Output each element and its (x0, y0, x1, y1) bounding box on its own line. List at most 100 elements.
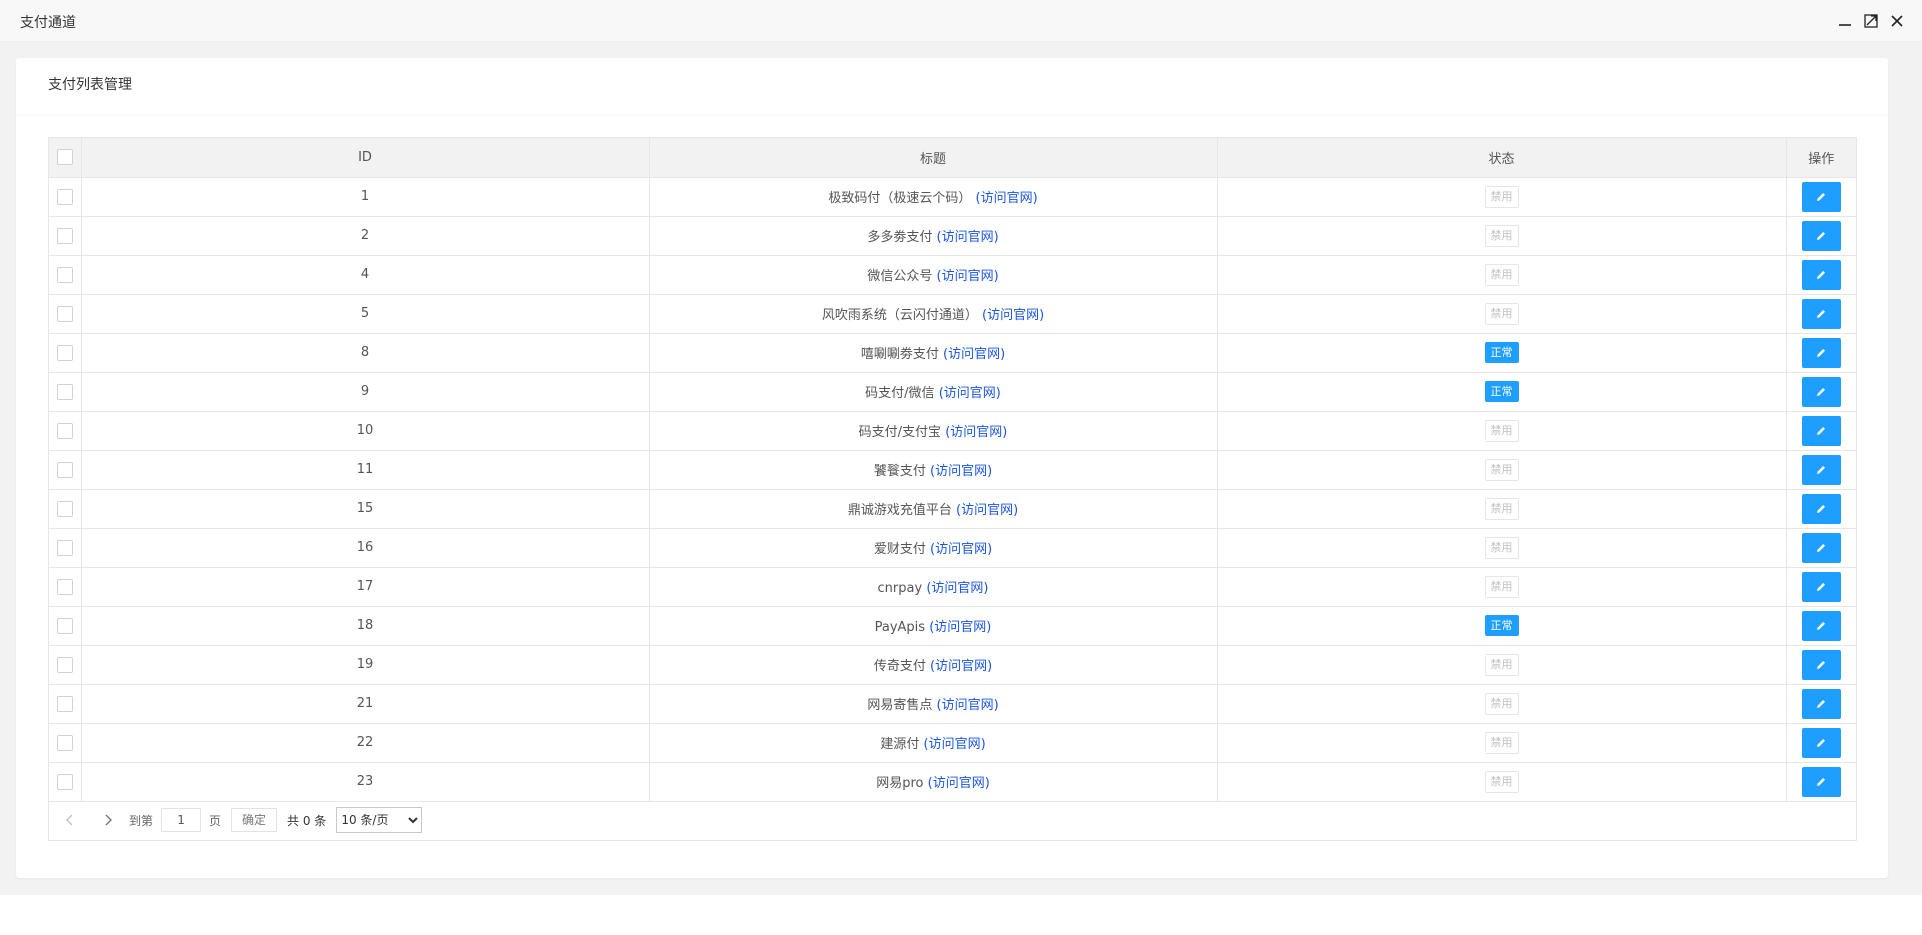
status-badge[interactable]: 禁用 (1484, 302, 1519, 325)
confirm-page-button[interactable]: 确定 (231, 808, 278, 832)
table-row: 5 风吹雨系统（云闪付通道） (访问官网) 禁用 (49, 294, 1856, 334)
pencil-icon (1817, 582, 1826, 591)
pencil-icon (1817, 777, 1826, 786)
row-checkbox[interactable] (56, 539, 73, 556)
page-size-select[interactable]: 10 条/页 (336, 807, 423, 833)
edit-button[interactable] (1801, 727, 1841, 758)
minimize-icon[interactable] (1836, 12, 1854, 30)
row-checkbox[interactable] (56, 500, 73, 517)
status-badge[interactable]: 禁用 (1484, 692, 1519, 715)
row-action-cell (1786, 177, 1856, 217)
maximize-icon[interactable] (1862, 12, 1880, 30)
row-action-cell (1786, 762, 1856, 802)
edit-button[interactable] (1801, 571, 1841, 602)
row-title: 微信公众号 (867, 269, 933, 284)
status-badge[interactable]: 禁用 (1484, 575, 1519, 598)
row-select-cell (49, 762, 82, 802)
edit-button[interactable] (1801, 181, 1841, 212)
status-badge[interactable]: 禁用 (1484, 224, 1519, 247)
edit-button[interactable] (1801, 376, 1841, 407)
edit-button[interactable] (1801, 220, 1841, 251)
visit-website-link[interactable]: (访问官网) (924, 737, 986, 752)
row-checkbox[interactable] (56, 695, 73, 712)
chevron-left-icon (66, 814, 73, 826)
status-badge[interactable]: 禁用 (1484, 263, 1519, 286)
edit-button[interactable] (1801, 766, 1841, 797)
status-badge[interactable]: 正常 (1484, 381, 1519, 402)
visit-website-link[interactable]: (访问官网) (937, 230, 999, 245)
visit-website-link[interactable]: (访问官网) (930, 542, 992, 557)
visit-website-link[interactable]: (访问官网) (945, 425, 1007, 440)
visit-website-link[interactable]: (访问官网) (943, 347, 1005, 362)
edit-button[interactable] (1801, 454, 1841, 485)
status-badge[interactable]: 禁用 (1484, 419, 1519, 442)
edit-button[interactable] (1801, 532, 1841, 563)
row-checkbox[interactable] (56, 734, 73, 751)
status-badge[interactable]: 正常 (1484, 342, 1519, 363)
select-all-checkbox[interactable] (56, 149, 73, 166)
row-checkbox[interactable] (56, 773, 73, 790)
column-header-id[interactable]: ID (81, 138, 650, 178)
pencil-icon (1817, 309, 1826, 318)
visit-website-link[interactable]: (访问官网) (926, 581, 988, 596)
row-action-cell (1786, 567, 1856, 607)
prev-page-button[interactable] (57, 807, 83, 833)
row-title: 鼎诚游戏充值平台 (847, 503, 952, 518)
status-badge[interactable]: 禁用 (1484, 653, 1519, 676)
column-header-status[interactable]: 状态 (1217, 138, 1787, 178)
edit-button[interactable] (1801, 493, 1841, 524)
status-badge[interactable]: 正常 (1484, 615, 1519, 636)
edit-button[interactable] (1801, 298, 1841, 329)
status-badge[interactable]: 禁用 (1484, 185, 1519, 208)
row-id: 22 (81, 723, 650, 763)
table-row: 11 饕餮支付 (访问官网) 禁用 (49, 450, 1856, 490)
row-checkbox[interactable] (56, 422, 73, 439)
visit-website-link[interactable]: (访问官网) (937, 269, 999, 284)
visit-website-link[interactable]: (访问官网) (937, 698, 999, 713)
row-checkbox[interactable] (56, 344, 73, 361)
row-id: 19 (81, 645, 650, 685)
edit-button[interactable] (1801, 259, 1841, 290)
row-checkbox[interactable] (56, 227, 73, 244)
row-checkbox[interactable] (56, 656, 73, 673)
edit-button[interactable] (1801, 337, 1841, 368)
close-icon[interactable] (1888, 12, 1906, 30)
row-title: 多多劵支付 (867, 230, 933, 245)
status-badge[interactable]: 禁用 (1484, 536, 1519, 559)
row-checkbox[interactable] (56, 461, 73, 478)
row-select-cell (49, 723, 82, 763)
status-badge[interactable]: 禁用 (1484, 497, 1519, 520)
edit-button[interactable] (1801, 688, 1841, 719)
visit-website-link[interactable]: (访问官网) (956, 503, 1018, 518)
row-checkbox[interactable] (56, 188, 73, 205)
row-checkbox[interactable] (56, 578, 73, 595)
next-page-button[interactable] (95, 807, 121, 833)
payment-table-wrapper: ID 标题 状态 操作 1 极致码付（极速云个码） (访问官网) 禁用 2 多多劵支付 … (48, 137, 1857, 841)
row-title-cell: 码支付/支付宝 (访问官网) (649, 411, 1218, 451)
row-action-cell (1786, 216, 1856, 256)
pencil-icon (1817, 660, 1826, 669)
row-action-cell (1786, 333, 1856, 373)
row-checkbox[interactable] (56, 383, 73, 400)
visit-website-link[interactable]: (访问官网) (930, 464, 992, 479)
visit-website-link[interactable]: (访问官网) (930, 659, 992, 674)
page-number-input[interactable] (161, 808, 202, 832)
edit-button[interactable] (1801, 649, 1841, 680)
column-header-action: 操作 (1786, 138, 1856, 178)
visit-website-link[interactable]: (访问官网) (928, 776, 990, 791)
edit-button[interactable] (1801, 610, 1841, 641)
row-checkbox[interactable] (56, 266, 73, 283)
status-badge[interactable]: 禁用 (1484, 770, 1519, 793)
status-badge[interactable]: 禁用 (1484, 458, 1519, 481)
row-id: 2 (81, 216, 650, 256)
row-title: 网易pro (876, 776, 924, 791)
visit-website-link[interactable]: (访问官网) (939, 386, 1001, 401)
visit-website-link[interactable]: (访问官网) (929, 620, 991, 635)
status-badge[interactable]: 禁用 (1484, 731, 1519, 754)
row-checkbox[interactable] (56, 617, 73, 634)
edit-button[interactable] (1801, 415, 1841, 446)
column-header-title[interactable]: 标题 (649, 138, 1218, 178)
row-checkbox[interactable] (56, 305, 73, 322)
visit-website-link[interactable]: (访问官网) (982, 308, 1044, 323)
visit-website-link[interactable]: (访问官网) (976, 191, 1038, 206)
